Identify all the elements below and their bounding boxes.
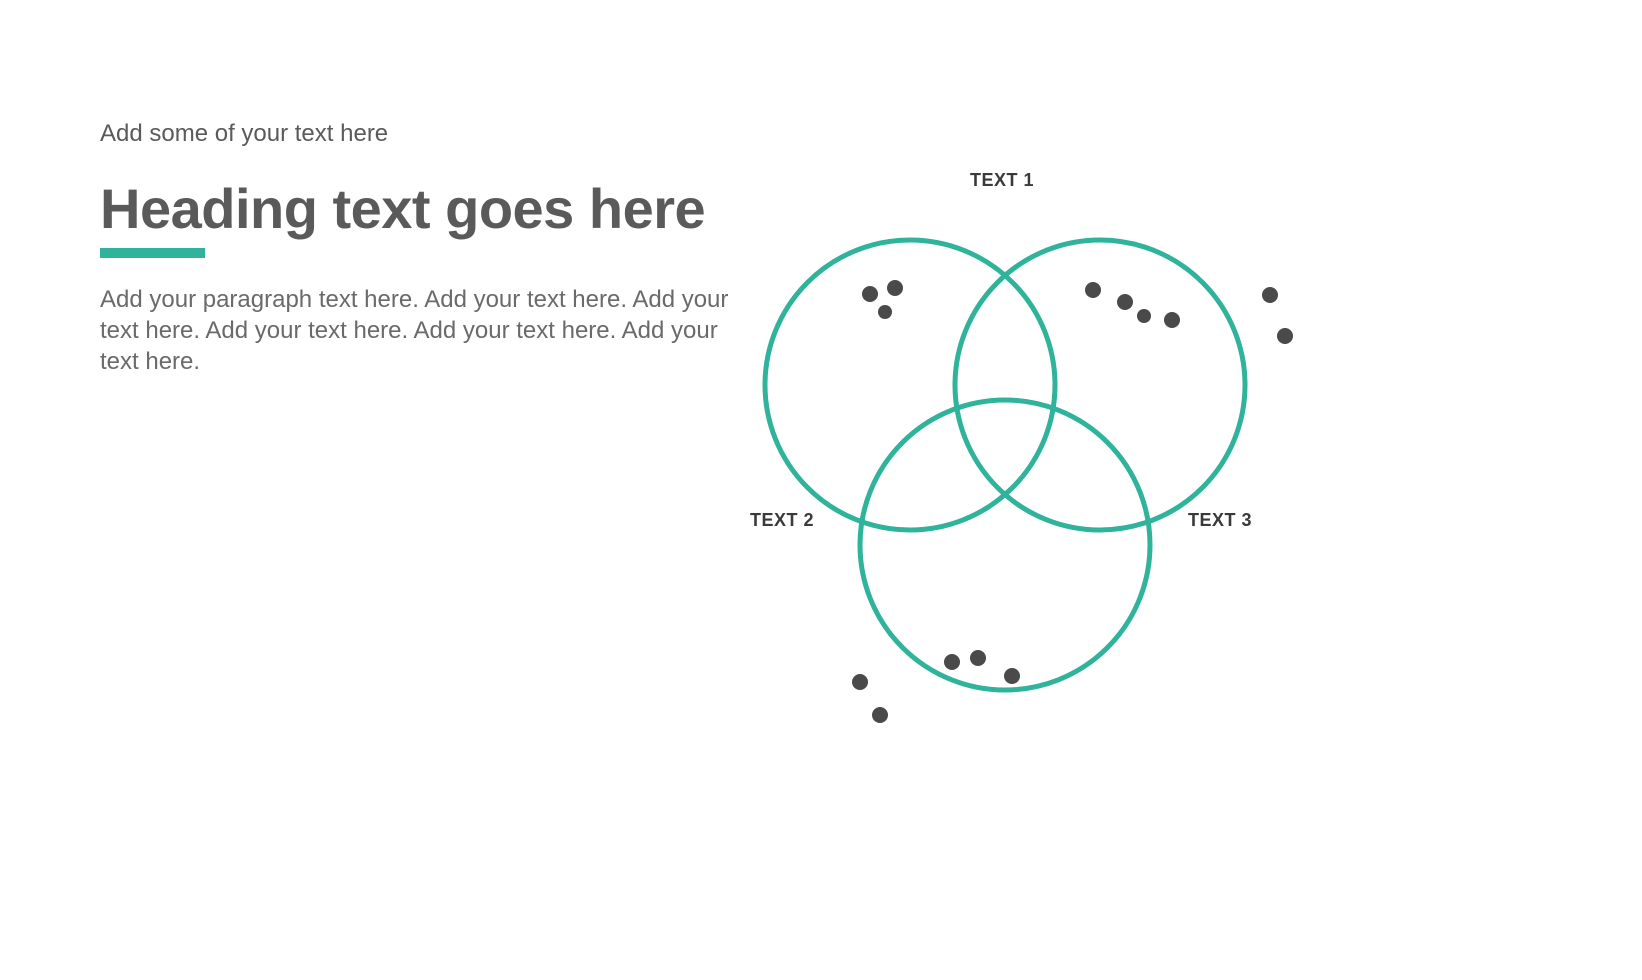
scatter-dot bbox=[1164, 312, 1180, 328]
venn-diagram: TEXT 1 TEXT 2 TEXT 3 bbox=[730, 170, 1330, 770]
scatter-dot bbox=[878, 305, 892, 319]
scatter-dot bbox=[1137, 309, 1151, 323]
text-block: Add some of your text here Heading text … bbox=[100, 120, 740, 377]
venn-label-left: TEXT 2 bbox=[750, 510, 814, 531]
venn-svg bbox=[730, 170, 1330, 770]
scatter-dot bbox=[862, 286, 878, 302]
venn-circle-left bbox=[765, 240, 1055, 530]
scatter-dot bbox=[887, 280, 903, 296]
scatter-dot bbox=[872, 707, 888, 723]
scatter-dot bbox=[852, 674, 868, 690]
paragraph: Add your paragraph text here. Add your t… bbox=[100, 284, 740, 378]
scatter-dot bbox=[1004, 668, 1020, 684]
venn-label-top: TEXT 1 bbox=[970, 170, 1034, 191]
venn-circle-right bbox=[955, 240, 1245, 530]
venn-label-right: TEXT 3 bbox=[1188, 510, 1252, 531]
heading: Heading text goes here bbox=[100, 178, 740, 240]
scatter-dot bbox=[1117, 294, 1133, 310]
subtitle: Add some of your text here bbox=[100, 120, 740, 148]
venn-circle-bottom bbox=[860, 400, 1150, 690]
scatter-dot bbox=[944, 654, 960, 670]
scatter-dot bbox=[1085, 282, 1101, 298]
scatter-dot bbox=[1262, 287, 1278, 303]
scatter-dot bbox=[1277, 328, 1293, 344]
accent-underline bbox=[100, 248, 205, 258]
scatter-dot bbox=[970, 650, 986, 666]
